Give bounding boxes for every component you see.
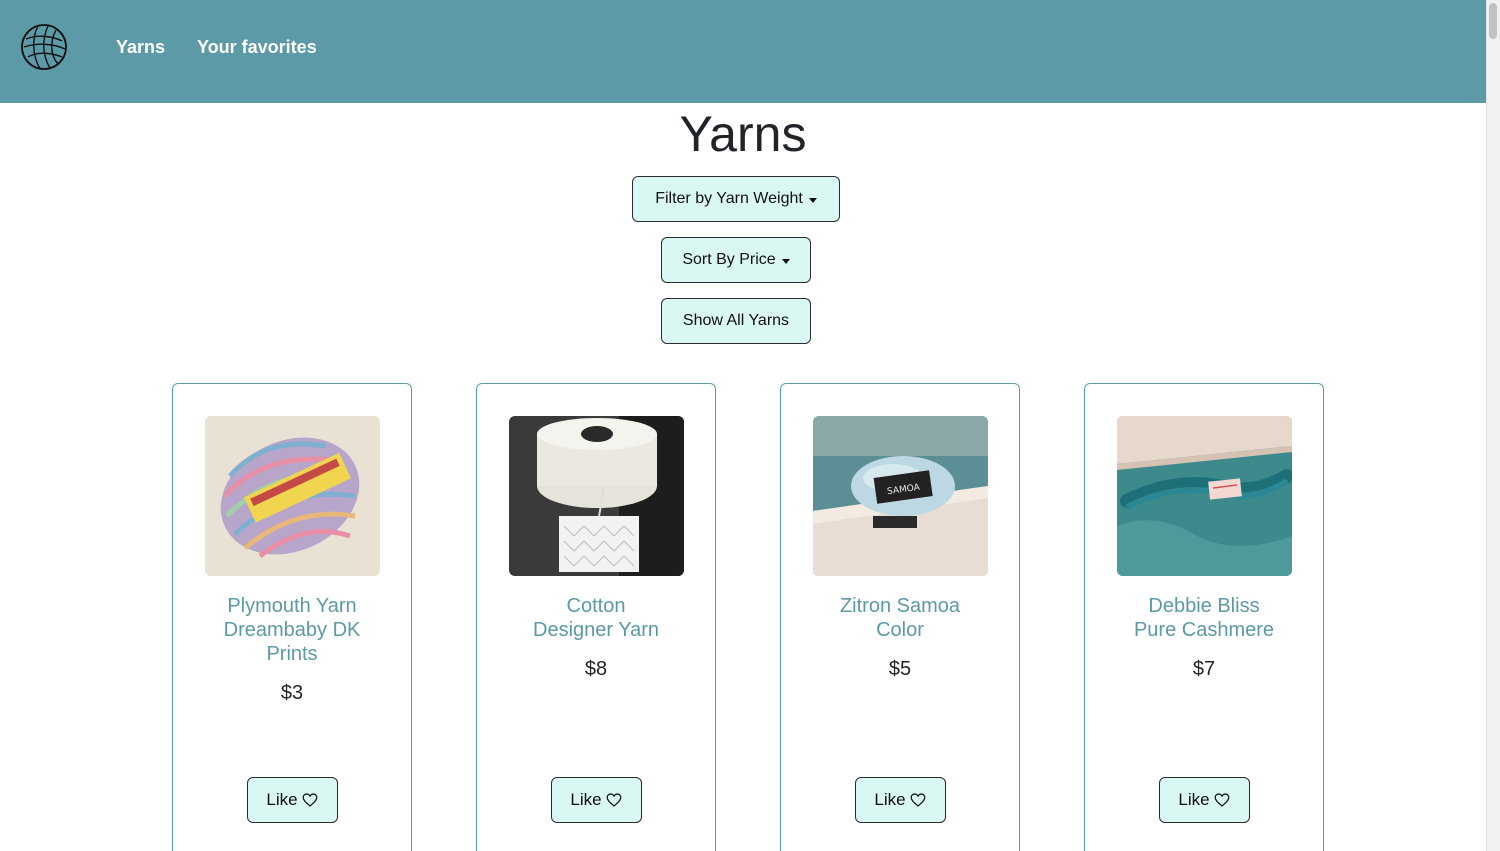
yarn-card: SAMOA Zitron Samoa Color $5 Like [780,383,1020,851]
yarn-title[interactable]: Plymouth Yarn Dreambaby DK Prints [193,594,391,666]
sort-by-price-dropdown[interactable]: Sort By Price [661,237,811,283]
yarn-price: $8 [584,658,608,680]
like-button[interactable]: Like [1159,777,1250,823]
show-all-yarns-button[interactable]: Show All Yarns [661,298,811,344]
yarn-card: Debbie Bliss Pure Cashmere $7 Like [1084,383,1324,851]
show-all-button-label: Show All Yarns [682,312,790,329]
scrollbar-thumb[interactable] [1489,3,1497,39]
nav-link-your-favorites[interactable]: Your favorites [197,37,317,58]
like-button[interactable]: Like [855,777,946,823]
heart-icon [302,793,317,807]
filter-button-label: Filter by Yarn Weight [655,190,803,207]
yarn-price: $7 [1192,658,1216,680]
yarn-ball-icon[interactable] [20,23,68,71]
caret-down-icon [781,258,790,264]
yarn-image [509,416,684,576]
heart-icon [606,793,621,807]
yarn-title[interactable]: Debbie Bliss Pure Cashmere [1105,594,1303,642]
yarn-image: SAMOA [813,416,988,576]
page-title: Yarns [679,106,807,162]
yarn-card: Cotton Designer Yarn $8 Like [476,383,716,851]
like-button[interactable]: Like [551,777,642,823]
yarn-price: $3 [280,682,304,704]
heart-icon [1214,793,1229,807]
caret-down-icon [808,197,817,203]
nav-link-yarns[interactable]: Yarns [116,37,165,58]
yarn-image [1117,416,1292,576]
heart-icon [910,793,925,807]
yarn-card: Plymouth Yarn Dreambaby DK Prints $3 Lik… [172,383,412,851]
filter-by-weight-dropdown[interactable]: Filter by Yarn Weight [632,176,840,222]
sort-button-label: Sort By Price [682,251,776,268]
page-scrollbar[interactable] [1486,0,1500,851]
yarn-price: $5 [888,658,912,680]
yarn-title[interactable]: Cotton Designer Yarn [497,594,695,642]
like-button[interactable]: Like [247,777,338,823]
yarn-image [205,416,380,576]
yarn-title[interactable]: Zitron Samoa Color [801,594,999,642]
top-navbar: Yarns Your favorites [0,0,1486,103]
